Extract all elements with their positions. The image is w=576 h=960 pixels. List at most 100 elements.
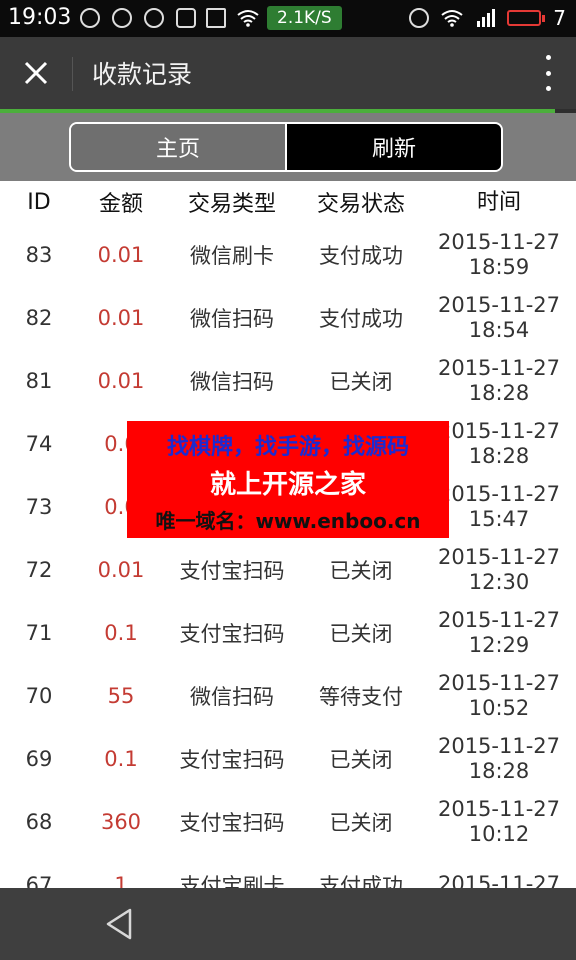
table-header: ID 金额 交易类型 交易状态 时间 [0,181,576,223]
row-id: 83 [25,242,53,267]
close-button[interactable] [0,37,72,109]
row-datetime: 2015-11-27 12:30 [422,545,576,595]
close-icon [24,61,48,85]
row-amount: 1 [114,872,128,889]
page-title: 收款记录 [92,60,193,89]
refresh-button[interactable]: 刷新 [287,124,501,170]
image-icon [206,8,226,28]
row-type: 支付宝扫码 [179,810,285,835]
row-id: 68 [25,809,53,834]
more-vert-icon [545,55,551,60]
row-type: 微信扫码 [190,684,274,709]
row-status: 已关闭 [329,621,393,646]
row-date: 2015-11-27 [437,670,561,695]
ad-line-1: 找棋牌，找手游，找源码 [166,435,409,460]
row-amount: 360 [100,809,142,834]
row-type: 支付宝扫码 [179,621,285,646]
row-datetime: 2015-11-27 [422,872,576,888]
column-header-id: ID [27,189,51,215]
table-row[interactable]: 70 55 微信扫码 等待支付 2015-11-27 10:52 [0,664,576,727]
row-date: 2015-11-27 [437,544,561,569]
row-amount: 0.01 [97,368,145,393]
row-date: 2015-11-27 [437,872,561,888]
row-time: 18:59 [468,254,530,279]
row-status: 已关闭 [329,369,393,394]
table-row[interactable]: 69 0.1 支付宝扫码 已关闭 2015-11-27 18:28 [0,727,576,790]
table-row[interactable]: 72 0.01 支付宝扫码 已关闭 2015-11-27 12:30 [0,538,576,601]
row-id: 67 [25,872,53,889]
row-id: 82 [25,305,53,330]
table-row[interactable]: 83 0.01 微信刷卡 支付成功 2015-11-27 18:59 [0,223,576,286]
ad-line-2: 就上开源之家 [209,470,366,500]
table-row[interactable]: 68 360 支付宝扫码 已关闭 2015-11-27 10:12 [0,790,576,853]
more-vert-icon [545,86,551,91]
row-type: 支付宝刷卡 [179,873,285,889]
title-divider [72,57,73,91]
row-datetime: 2015-11-27 18:59 [422,230,576,280]
table-row[interactable]: 81 0.01 微信扫码 已关闭 2015-11-27 18:28 [0,349,576,412]
home-button[interactable]: 主页 [71,124,287,170]
row-date: 2015-11-27 [437,796,561,821]
more-vert-icon [545,70,551,76]
wifi-icon [441,10,463,27]
row-datetime: 2015-11-27 18:28 [422,734,576,784]
row-type: 微信刷卡 [190,243,274,268]
status-right: 7 [409,5,566,31]
row-id: 71 [25,620,53,645]
row-time: 18:28 [468,758,530,783]
system-nav-bar [0,888,576,960]
row-id: 69 [25,746,53,771]
network-speed: 2.1K/S [267,6,342,30]
row-amount: 0.01 [97,557,145,582]
ad-line-3: 唯一域名：www.enboo.cn [155,509,421,533]
row-date: 2015-11-27 [437,733,561,758]
table-row[interactable]: 67 1 支付宝刷卡 支付成功 2015-11-27 [0,853,576,888]
row-amount: 0.1 [104,620,138,645]
row-date: 2015-11-27 [437,355,561,380]
wifi-icon [237,10,259,27]
row-amount: 0.01 [97,305,145,330]
row-time: 12:30 [468,569,530,594]
table-row[interactable]: 71 0.1 支付宝扫码 已关闭 2015-11-27 12:29 [0,601,576,664]
row-id: 73 [25,494,53,519]
row-id: 70 [25,683,53,708]
status-time: 19:03 [8,5,72,30]
row-status: 已关闭 [329,747,393,772]
row-time: 10:12 [468,821,530,846]
segmented-control: 主页 刷新 [69,122,503,172]
row-id: 81 [25,368,53,393]
row-time: 18:28 [468,380,530,405]
row-amount: 55 [107,683,135,708]
row-datetime: 2015-11-27 10:12 [422,797,576,847]
row-amount: 0.01 [97,242,145,267]
status-bar: 19:03 2.1K/S 7 [0,0,576,37]
row-date: 2015-11-27 [437,607,561,632]
notification-icon [80,8,100,28]
table-row[interactable]: 82 0.01 微信扫码 支付成功 2015-11-27 18:54 [0,286,576,349]
ad-banner[interactable]: 找棋牌，找手游，找源码 就上开源之家 唯一域名：www.enboo.cn [127,421,449,538]
row-type: 微信扫码 [190,306,274,331]
row-datetime: 2015-11-27 12:29 [422,608,576,658]
title-bar: 收款记录 [0,37,576,109]
battery-level: 7 [553,6,566,30]
more-menu-button[interactable] [538,55,558,91]
notification-icon [176,8,196,28]
row-status: 支付成功 [319,306,403,331]
row-datetime: 2015-11-27 18:28 [422,356,576,406]
row-status: 支付成功 [319,873,403,889]
row-status: 支付成功 [319,243,403,268]
toolbar: 主页 刷新 [0,113,576,181]
column-header-status: 交易状态 [316,192,405,217]
row-type: 支付宝扫码 [179,558,285,583]
signal-4g-icon [477,9,496,27]
row-datetime: 2015-11-27 18:54 [422,293,576,343]
battery-icon [507,10,546,26]
row-date: 2015-11-27 [437,292,561,317]
row-time: 18:54 [468,317,530,342]
row-time: 12:29 [468,632,530,657]
back-triangle-icon[interactable] [100,904,140,944]
row-id: 74 [25,431,53,456]
column-header-time: 时间 [476,189,521,215]
row-status: 已关闭 [329,558,393,583]
row-time: 10:52 [468,695,530,720]
